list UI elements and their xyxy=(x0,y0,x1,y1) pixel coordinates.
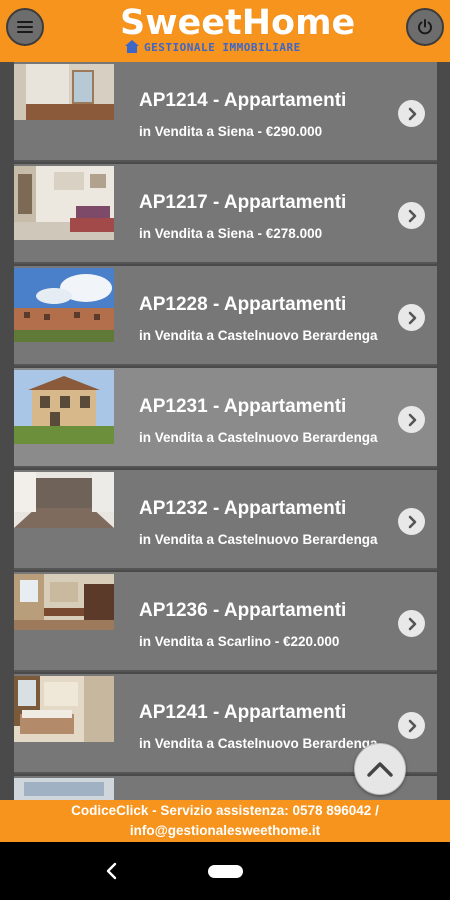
listing-subtitle: in Vendita a Castelnuovo Berardenga xyxy=(139,736,378,751)
support-footer: CodiceClick - Servizio assistenza: 0578 … xyxy=(0,800,450,842)
chevron-right-icon[interactable] xyxy=(398,508,425,535)
listing-title: AP1241 - Appartamenti xyxy=(139,702,347,723)
listing-item[interactable]: AP1231 - Appartamenti in Vendita a Caste… xyxy=(14,368,437,468)
listing-title: AP1231 - Appartamenti xyxy=(139,396,347,417)
listing-thumbnail xyxy=(14,778,114,800)
scroll-to-top-button[interactable] xyxy=(354,743,406,795)
listing-subtitle: in Vendita a Castelnuovo Berardenga xyxy=(139,430,378,445)
chevron-right-icon[interactable] xyxy=(398,202,425,229)
chevron-right-icon[interactable] xyxy=(398,406,425,433)
listing-item[interactable]: AP1217 - Appartamenti in Vendita a Siena… xyxy=(14,164,437,264)
footer-support-line: CodiceClick - Servizio assistenza: 0578 … xyxy=(71,803,379,818)
listing-title: AP1228 - Appartamenti xyxy=(139,294,347,315)
listing-subtitle: in Vendita a Castelnuovo Berardenga xyxy=(139,328,378,343)
listing-subtitle: in Vendita a Siena - €278.000 xyxy=(139,226,323,241)
chevron-right-icon[interactable] xyxy=(398,304,425,331)
chevron-up-icon xyxy=(367,762,393,777)
hamburger-menu-icon xyxy=(17,21,33,33)
listing-item[interactable]: AP1232 - Appartamenti in Vendita a Caste… xyxy=(14,470,437,570)
listing-item[interactable]: AP1228 - Appartamenti in Vendita a Caste… xyxy=(14,266,437,366)
back-icon[interactable] xyxy=(102,860,122,882)
listing-list[interactable]: AP1214 - Appartamenti in Vendita a Siena… xyxy=(14,62,437,800)
listing-title: AP1214 - Appartamenti xyxy=(139,90,347,111)
home-pill-button[interactable] xyxy=(208,865,243,878)
listing-thumbnail xyxy=(14,472,114,528)
listing-title: AP1236 - Appartamenti xyxy=(139,600,347,621)
chevron-right-icon[interactable] xyxy=(398,610,425,637)
listing-subtitle: in Vendita a Castelnuovo Berardenga xyxy=(139,532,378,547)
listing-title: AP1217 - Appartamenti xyxy=(139,192,347,213)
listing-thumbnail xyxy=(14,166,114,240)
listing-thumbnail xyxy=(14,64,114,120)
power-icon xyxy=(418,19,432,35)
listing-thumbnail xyxy=(14,268,114,342)
chevron-right-icon[interactable] xyxy=(398,712,425,739)
listing-item[interactable]: AP1214 - Appartamenti in Vendita a Siena… xyxy=(14,62,437,162)
listing-title: AP1232 - Appartamenti xyxy=(139,498,347,519)
listing-item[interactable]: AP1236 - Appartamenti in Vendita a Scarl… xyxy=(14,572,437,672)
listing-subtitle: in Vendita a Siena - €290.000 xyxy=(139,124,323,139)
listing-thumbnail xyxy=(14,676,114,742)
system-navigation-bar xyxy=(0,842,450,900)
app-logo: SweetHome GESTIONALE IMMOBILIARE xyxy=(120,3,356,58)
listing-subtitle: in Vendita a Scarlino - €220.000 xyxy=(139,634,340,649)
logo-title: SweetHome xyxy=(120,3,356,43)
listing-thumbnail xyxy=(14,574,114,630)
house-icon xyxy=(125,40,139,53)
chevron-right-icon[interactable] xyxy=(398,100,425,127)
menu-button[interactable] xyxy=(6,8,44,46)
app-header: SweetHome GESTIONALE IMMOBILIARE xyxy=(0,0,450,62)
listing-thumbnail xyxy=(14,370,114,444)
logo-subtitle: GESTIONALE IMMOBILIARE xyxy=(144,41,301,54)
footer-email-link[interactable]: info@gestionalesweethome.it xyxy=(0,821,450,841)
power-button[interactable] xyxy=(406,8,444,46)
